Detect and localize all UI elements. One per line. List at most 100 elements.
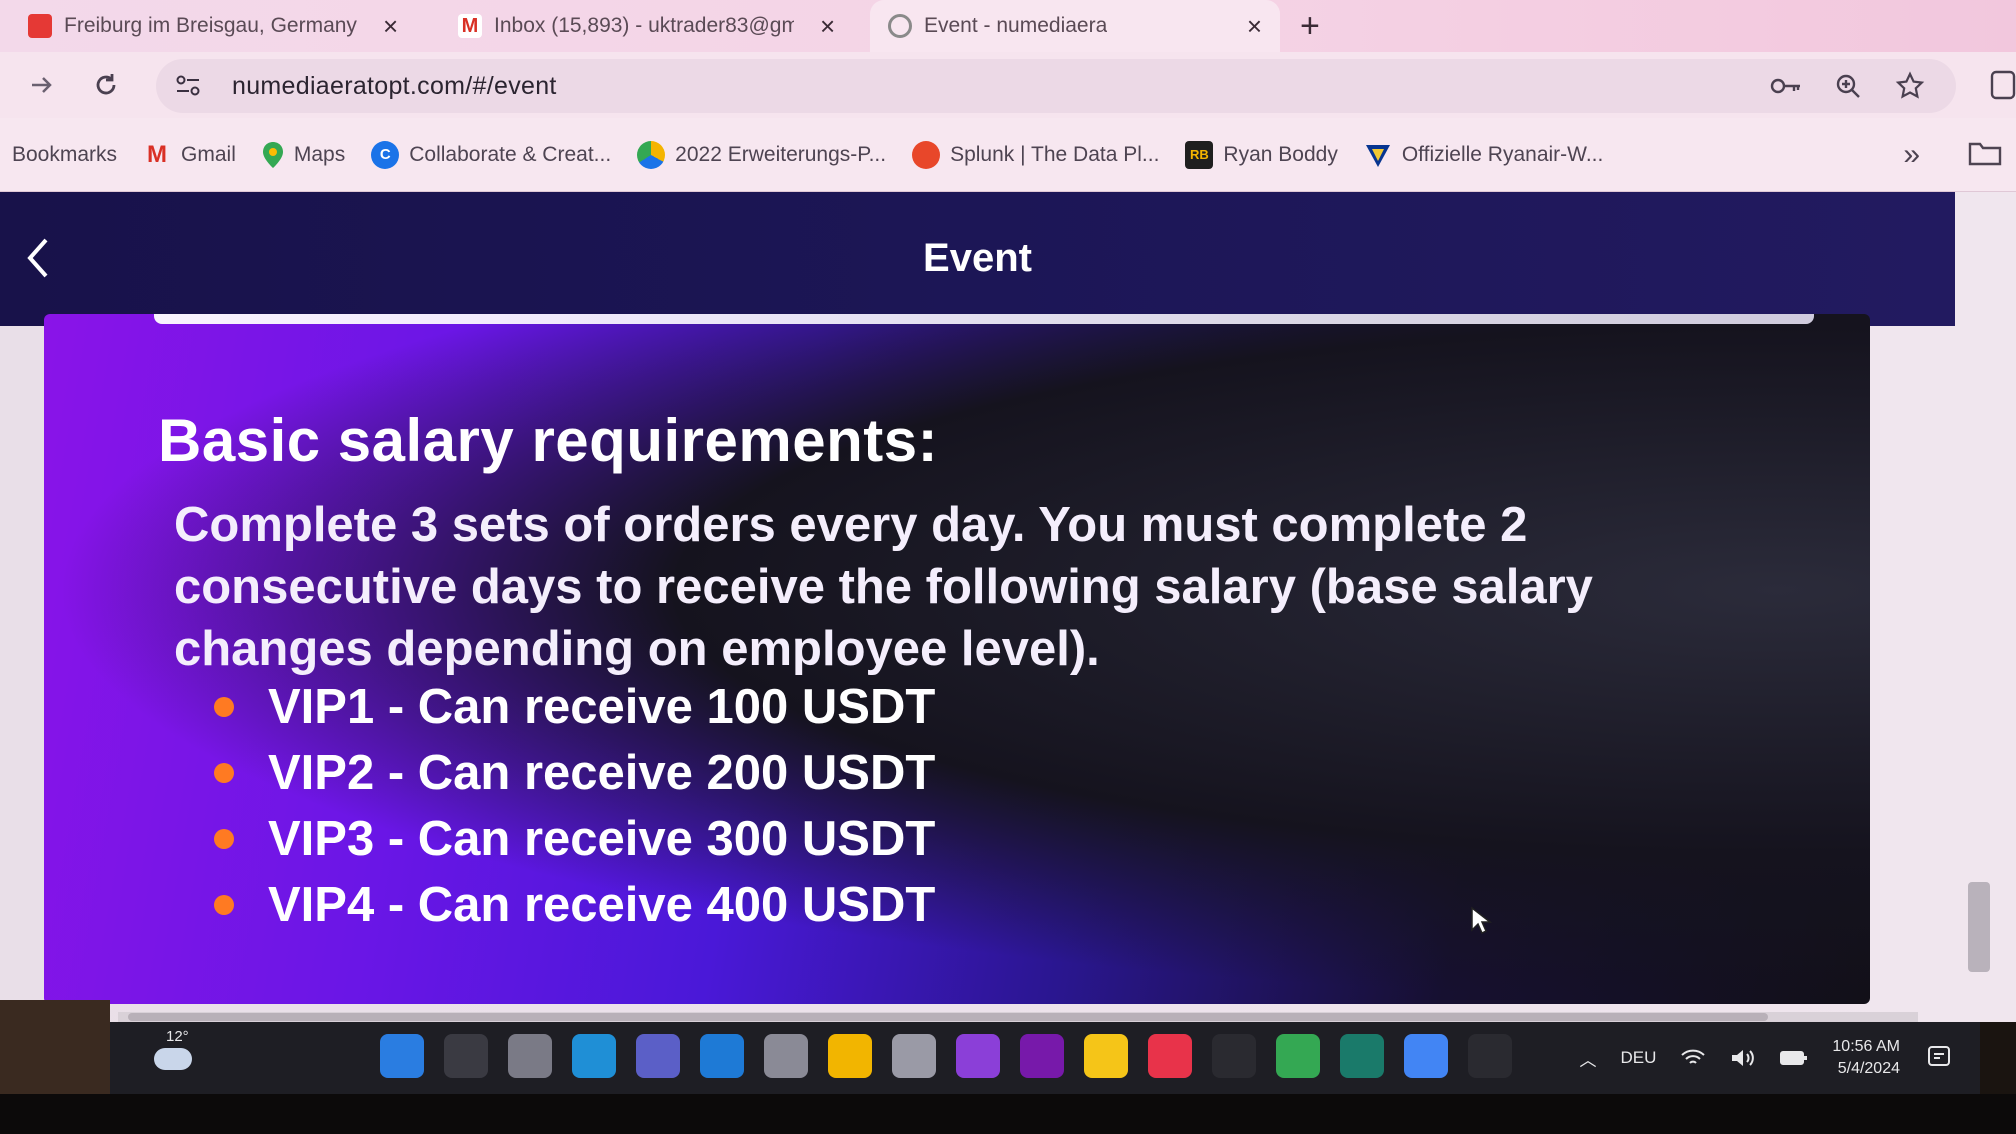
close-icon[interactable]: × [383, 11, 398, 42]
url-text: numediaeratopt.com/#/event [232, 71, 557, 100]
scrollbar-thumb[interactable] [128, 1013, 1768, 1021]
bullet-icon [214, 697, 234, 717]
windows-start-icon[interactable] [380, 1034, 424, 1078]
zoom-icon[interactable] [1830, 68, 1866, 104]
bookmark-maps[interactable]: Maps [262, 141, 345, 169]
bookmark-label: Maps [293, 142, 346, 166]
taskbar-apps [380, 1034, 1512, 1078]
app-header: Event [0, 192, 1955, 326]
clock[interactable]: 10:56 AM 5/4/2024 [1832, 1036, 1900, 1080]
bookmark-ryanair[interactable]: Offizielle Ryanair-W... [1364, 141, 1604, 169]
new-tab-button[interactable]: + [1300, 0, 1320, 52]
vip-level-list: VIP1 - Can receive 100 USDT VIP2 - Can r… [214, 674, 935, 938]
usb-icon[interactable] [892, 1034, 936, 1078]
cloud-icon [154, 1048, 192, 1070]
bookmark-collaborate[interactable]: C Collaborate & Creat... [371, 140, 612, 169]
site-info-icon[interactable] [172, 70, 204, 102]
vip-level-text: VIP4 - Can receive 400 USDT [268, 878, 936, 932]
app-wave-2-icon[interactable] [1468, 1034, 1512, 1078]
bookmarks-overflow-icon[interactable]: » [1903, 118, 1920, 192]
map-pin-icon [262, 141, 283, 168]
forward-button[interactable] [20, 63, 64, 107]
edge-icon[interactable] [572, 1034, 616, 1078]
taskbar: 12° ︿ DEU 10:56 AM 5/4/2024 [110, 1022, 1980, 1094]
download-app-icon[interactable] [1340, 1034, 1384, 1078]
list-item: VIP4 - Can receive 400 USDT [214, 872, 935, 938]
banner-highlight [154, 314, 1814, 324]
vip-level-text: VIP3 - Can receive 300 USDT [268, 812, 936, 866]
reload-icon [96, 74, 116, 95]
bookmark-label: 2022 Erweiterungs-P... [675, 142, 887, 166]
bookmark-ryan-boddy[interactable]: RB Ryan Boddy [1185, 140, 1338, 169]
bookmark-gmail[interactable]: M Gmail [143, 141, 236, 169]
close-icon[interactable]: × [1247, 11, 1262, 42]
chevron-up-icon[interactable]: ︿ [1579, 1046, 1596, 1071]
wifi-icon[interactable] [1680, 1048, 1706, 1068]
gmail-icon: M [147, 140, 168, 168]
horizontal-scrollbar[interactable] [118, 1012, 1918, 1022]
mail-icon[interactable] [700, 1034, 744, 1078]
folder-icon[interactable] [1968, 138, 2002, 168]
bookmark-label: Splunk | The Data Pl... [950, 142, 1160, 166]
volume-icon[interactable] [1730, 1048, 1756, 1068]
browser-toolbar: numediaeratopt.com/#/event [0, 52, 2016, 118]
vertical-scrollbar[interactable] [1968, 882, 1990, 972]
bookmark-label: Gmail [181, 142, 236, 166]
search-icon[interactable] [444, 1034, 488, 1078]
side-panel-icon[interactable] [1986, 66, 2016, 102]
section-heading: Basic salary requirements: [158, 407, 939, 474]
globe-icon [637, 140, 666, 169]
bullet-icon [214, 895, 234, 915]
gmail-icon: M [458, 14, 482, 38]
event-banner: Basic salary requirements: Complete 3 se… [44, 314, 1870, 1004]
close-icon[interactable]: × [820, 11, 835, 42]
settings-icon[interactable] [764, 1034, 808, 1078]
arrow-right-icon [32, 77, 52, 93]
app-wave-icon[interactable] [1212, 1034, 1256, 1078]
vip-level-text: VIP2 - Can receive 200 USDT [268, 746, 936, 800]
bookmark-erweiterungs[interactable]: 2022 Erweiterungs-P... [637, 140, 887, 169]
requirements-description: Complete 3 sets of orders every day. You… [174, 498, 1593, 676]
bookmark-bookmarks[interactable]: Bookmarks [12, 143, 117, 167]
record-icon[interactable] [1148, 1034, 1192, 1078]
notification-icon[interactable] [1926, 1044, 1952, 1070]
language-indicator[interactable]: DEU [1620, 1048, 1656, 1068]
file-explorer-icon[interactable] [828, 1034, 872, 1078]
splunk-icon [912, 140, 941, 169]
tab-title: Event - numediaera [924, 14, 1108, 37]
bullet-icon [214, 829, 234, 849]
bookmark-label: Collaborate & Creat... [409, 142, 612, 166]
tab-youtube[interactable]: Freiburg im Breisgau, Germany × [10, 0, 416, 52]
task-view-icon[interactable] [508, 1034, 552, 1078]
list-item: VIP3 - Can receive 300 USDT [214, 806, 935, 872]
tab-gmail[interactable]: M Inbox (15,893) - uktrader83@gm × [440, 0, 853, 52]
bookmark-star-icon[interactable] [1892, 68, 1928, 104]
rb-icon: RB [1185, 140, 1214, 169]
password-key-icon[interactable] [1768, 68, 1804, 104]
list-item: VIP2 - Can receive 200 USDT [214, 740, 935, 806]
reload-button[interactable] [84, 63, 128, 107]
tab-title: Inbox (15,893) - uktrader83@gm [494, 14, 794, 37]
chrome-profile-icon[interactable] [1404, 1034, 1448, 1078]
sticky-notes-icon[interactable] [1084, 1034, 1128, 1078]
bookmarks-bar: Bookmarks M Gmail Maps C Collaborate & C… [0, 118, 2016, 192]
bookmark-label: Offizielle Ryanair-W... [1401, 142, 1604, 166]
bookmark-label: Bookmarks [12, 142, 118, 166]
teams-icon[interactable] [636, 1034, 680, 1078]
bookmark-splunk[interactable]: Splunk | The Data Pl... [912, 140, 1160, 169]
web-page: Event Basic salary requirements: Complet… [0, 192, 2016, 1022]
onenote-icon[interactable] [1020, 1034, 1064, 1078]
battery-icon[interactable] [1780, 1050, 1808, 1066]
system-tray: ︿ DEU 10:56 AM 5/4/2024 [1579, 1022, 1900, 1094]
monitor-bezel [0, 1094, 2016, 1134]
list-item: VIP1 - Can receive 100 USDT [214, 674, 935, 740]
address-bar[interactable]: numediaeratopt.com/#/event [156, 59, 1956, 113]
collaborate-icon: C [371, 140, 400, 169]
tab-strip: Freiburg im Breisgau, Germany × M Inbox … [0, 0, 2016, 52]
chrome-icon[interactable] [1276, 1034, 1320, 1078]
clipchamp-icon[interactable] [956, 1034, 1000, 1078]
temperature: 12° [166, 1028, 189, 1045]
bullet-icon [214, 763, 234, 783]
weather-widget[interactable]: 12° [146, 1028, 206, 1088]
tab-event[interactable]: Event - numediaera × [870, 0, 1280, 52]
